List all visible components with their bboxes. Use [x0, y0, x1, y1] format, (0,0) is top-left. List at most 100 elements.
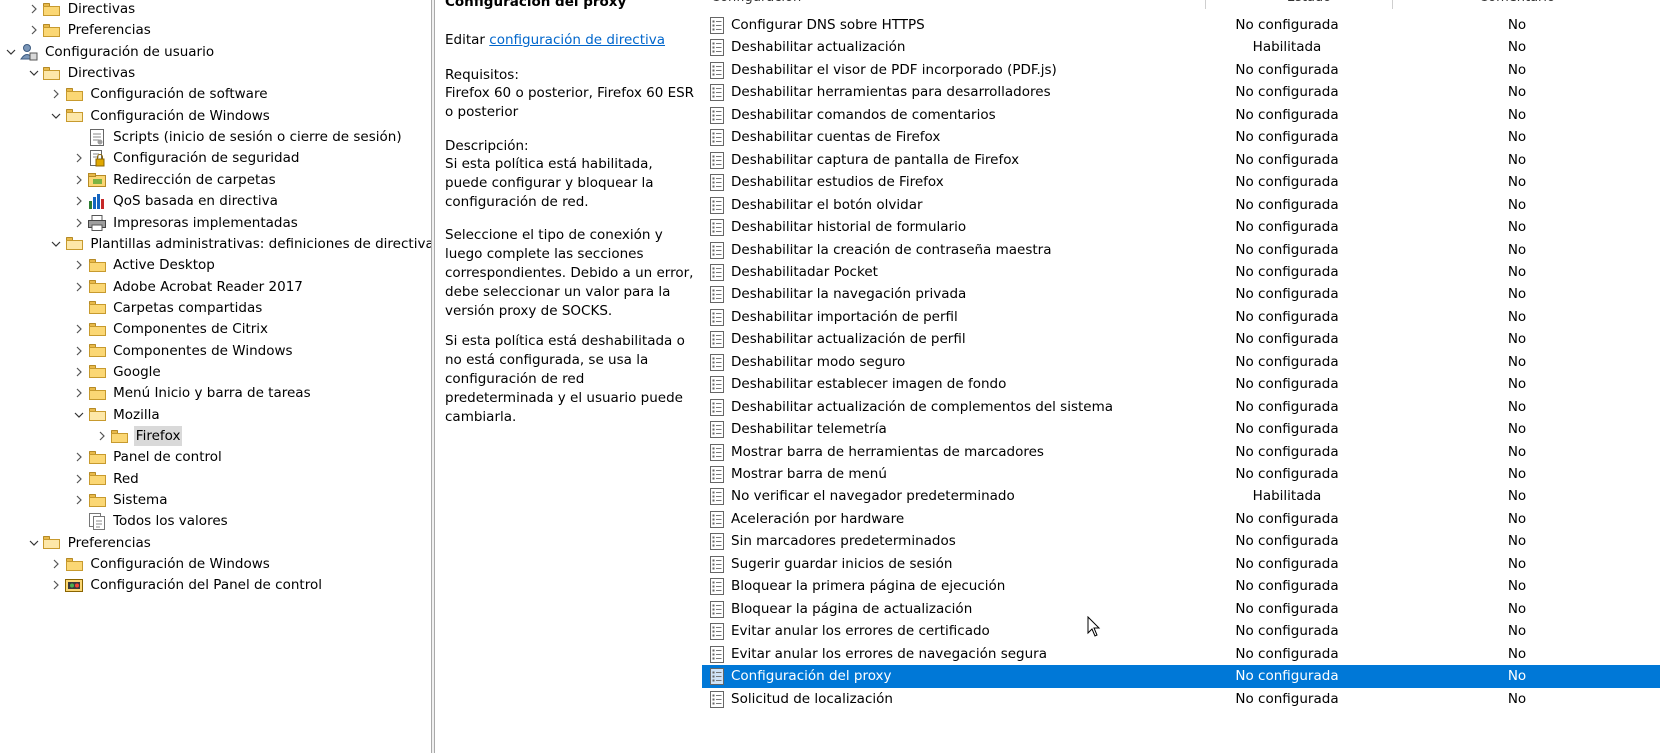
tree-item-acrobat[interactable]: Adobe Acrobat Reader 2017 — [71, 276, 305, 298]
expand-chevron-icon[interactable] — [71, 446, 87, 468]
setting-row[interactable]: No verificar el navegador predeterminado… — [702, 485, 1660, 508]
column-header-setting[interactable]: Configuración — [711, 0, 801, 10]
pane-splitter[interactable] — [431, 0, 435, 753]
setting-row[interactable]: Deshabilitar estudios de Firefox No confi… — [702, 171, 1660, 194]
tree-item-todos-valores[interactable]: Todos los valores — [71, 510, 230, 532]
setting-row[interactable]: Evitar anular los errores de certificado… — [702, 620, 1660, 643]
expand-chevron-icon[interactable] — [94, 425, 110, 447]
setting-comment: No — [1507, 241, 1527, 258]
setting-row[interactable]: Aceleración por hardware No configurada No — [702, 508, 1660, 531]
tree-item-pref-panel-control[interactable]: Configuración del Panel de control — [48, 574, 324, 596]
setting-row[interactable]: Deshabilitar cuentas de Firefox No config… — [702, 126, 1660, 149]
expand-chevron-icon[interactable] — [71, 489, 87, 511]
tree-item-label: Red — [113, 470, 139, 487]
tree-item-config-windows[interactable]: Configuración de Windows — [48, 105, 271, 127]
collapse-chevron-icon[interactable] — [3, 41, 19, 63]
setting-row[interactable]: Deshabilitar modo seguro No configurada No — [702, 351, 1660, 374]
folder-open-icon — [64, 233, 84, 255]
tree-item-directivas[interactable]: Directivas — [26, 62, 137, 84]
setting-row[interactable]: Mostrar barra de herramientas de marcado… — [702, 441, 1660, 464]
expand-chevron-icon[interactable] — [48, 83, 64, 105]
expand-chevron-icon[interactable] — [26, 0, 42, 20]
setting-row[interactable]: Deshabilitar importación de perfil No con… — [702, 306, 1660, 329]
expand-chevron-icon[interactable] — [71, 190, 87, 212]
expand-chevron-icon[interactable] — [71, 318, 87, 340]
tree-item-sistema[interactable]: Sistema — [71, 489, 169, 511]
edit-policy-link[interactable]: configuración de directiva — [489, 32, 665, 48]
column-header-state[interactable]: Estado — [1234, 0, 1384, 10]
tree-item-mozilla[interactable]: Mozilla — [71, 404, 162, 426]
setting-row[interactable]: Deshabilitar la navegación privada No con… — [702, 283, 1660, 306]
expand-chevron-icon[interactable] — [71, 212, 87, 234]
setting-row[interactable]: Deshabilitar actualización de complement… — [702, 396, 1660, 419]
setting-row[interactable]: Deshabilitar telemetría No configurada No — [702, 418, 1660, 441]
setting-row[interactable]: Configuración del proxy No configurada No — [702, 665, 1660, 689]
tree-item-directivas-top[interactable]: Directivas — [26, 0, 137, 20]
tree-item-plantillas[interactable]: Plantillas administrativas: definiciones… — [48, 233, 431, 255]
expand-chevron-icon[interactable] — [48, 553, 64, 575]
tree-item-comp-windows[interactable]: Componentes de Windows — [71, 340, 294, 362]
tree-item-citrix[interactable]: Componentes de Citrix — [71, 318, 270, 340]
tree-item-google[interactable]: Google — [71, 361, 163, 383]
expand-chevron-icon[interactable] — [71, 169, 87, 191]
expand-chevron-icon[interactable] — [71, 147, 87, 169]
navigation-tree[interactable]: Directivas Preferencias Configuración de u… — [0, 0, 431, 753]
expand-chevron-icon[interactable] — [71, 254, 87, 276]
tree-item-active-desktop[interactable]: Active Desktop — [71, 254, 217, 276]
setting-row[interactable]: Deshabilitar el botón olvidar No configur… — [702, 194, 1660, 217]
column-divider[interactable] — [1205, 0, 1206, 9]
setting-row[interactable]: Deshabilitar comandos de comentarios No c… — [702, 104, 1660, 127]
collapse-chevron-icon[interactable] — [48, 105, 64, 127]
setting-row[interactable]: Deshabilitar historial de formulario No c… — [702, 216, 1660, 239]
setting-row[interactable]: Sugerir guardar inicios de sesión No conf… — [702, 553, 1660, 576]
tree-item-redireccion[interactable]: Redirección de carpetas — [71, 169, 278, 191]
setting-row[interactable]: Configurar DNS sobre HTTPS No configurada… — [702, 14, 1660, 37]
expand-chevron-icon[interactable] — [48, 574, 64, 596]
tree-item-config-software[interactable]: Configuración de software — [48, 83, 269, 105]
expand-chevron-icon[interactable] — [71, 382, 87, 404]
tree-item-pref-config-windows[interactable]: Configuración de Windows — [48, 553, 271, 575]
tree-item-firefox[interactable]: Firefox — [94, 425, 183, 447]
setting-row[interactable]: Deshabilitar el visor de PDF incorporado… — [702, 59, 1660, 82]
expand-chevron-icon[interactable] — [71, 340, 87, 362]
setting-row[interactable]: Deshabilitar actualización de perfil No c… — [702, 328, 1660, 351]
setting-comment: No — [1507, 555, 1527, 572]
tree-item-menu-inicio[interactable]: Menú Inicio y barra de tareas — [71, 382, 313, 404]
expand-chevron-icon[interactable] — [71, 468, 87, 490]
setting-row[interactable]: Mostrar barra de menú No configurada No — [702, 463, 1660, 486]
tree-item-config-seguridad[interactable]: Configuración de seguridad — [71, 147, 301, 169]
tree-item-impresoras[interactable]: Impresoras implementadas — [71, 212, 300, 234]
tree-item-panel-control[interactable]: Panel de control — [71, 446, 224, 468]
setting-row[interactable]: Deshabilitar captura de pantalla de Fire… — [702, 149, 1660, 172]
tree-item-config-usuario[interactable]: Configuración de usuario — [3, 41, 216, 63]
collapse-chevron-icon[interactable] — [26, 62, 42, 84]
column-header-comment[interactable]: Comentario — [1462, 0, 1572, 10]
collapse-chevron-icon[interactable] — [48, 233, 64, 255]
tree-item-red[interactable]: Red — [71, 468, 141, 490]
expand-chevron-icon[interactable] — [71, 276, 87, 298]
collapse-chevron-icon[interactable] — [71, 404, 87, 426]
setting-row[interactable]: Solicitud de localización No configurada N… — [702, 688, 1660, 711]
tree-item-carpetas-compartidas[interactable]: Carpetas compartidas — [71, 297, 264, 319]
tree-item-preferencias[interactable]: Preferencias — [26, 532, 153, 554]
setting-row[interactable]: Sin marcadores predeterminados No configu… — [702, 530, 1660, 553]
setting-comment: No — [1507, 331, 1527, 348]
tree-item-qos[interactable]: QoS basada en directiva — [71, 190, 280, 212]
settings-list[interactable]: Configuración Estado Comentario Configur… — [702, 0, 1660, 753]
expand-chevron-icon[interactable] — [26, 19, 42, 41]
setting-name: Deshabilitar estudios de Firefox — [731, 174, 944, 191]
setting-row[interactable]: Deshabilitadar Pocket No configurada No — [702, 261, 1660, 284]
tree-item-scripts[interactable]: Scripts (inicio de sesión o cierre de se… — [71, 126, 404, 148]
tree-item-preferencias-top[interactable]: Preferencias — [26, 19, 153, 41]
expand-chevron-icon[interactable] — [71, 361, 87, 383]
setting-row[interactable]: Deshabilitar la creación de contraseña m… — [702, 239, 1660, 262]
column-divider[interactable] — [1392, 0, 1393, 9]
setting-row[interactable]: Bloquear la primera página de ejecución N… — [702, 575, 1660, 598]
setting-row[interactable]: Evitar anular los errores de navegación … — [702, 643, 1660, 666]
setting-row[interactable]: Deshabilitar actualización Habilitada No — [702, 36, 1660, 59]
setting-row[interactable]: Deshabilitar herramientas para desarroll… — [702, 81, 1660, 104]
script-icon — [87, 126, 107, 148]
setting-row[interactable]: Deshabilitar establecer imagen de fondo N… — [702, 373, 1660, 396]
setting-row[interactable]: Bloquear la página de actualización No co… — [702, 598, 1660, 621]
collapse-chevron-icon[interactable] — [26, 532, 42, 554]
